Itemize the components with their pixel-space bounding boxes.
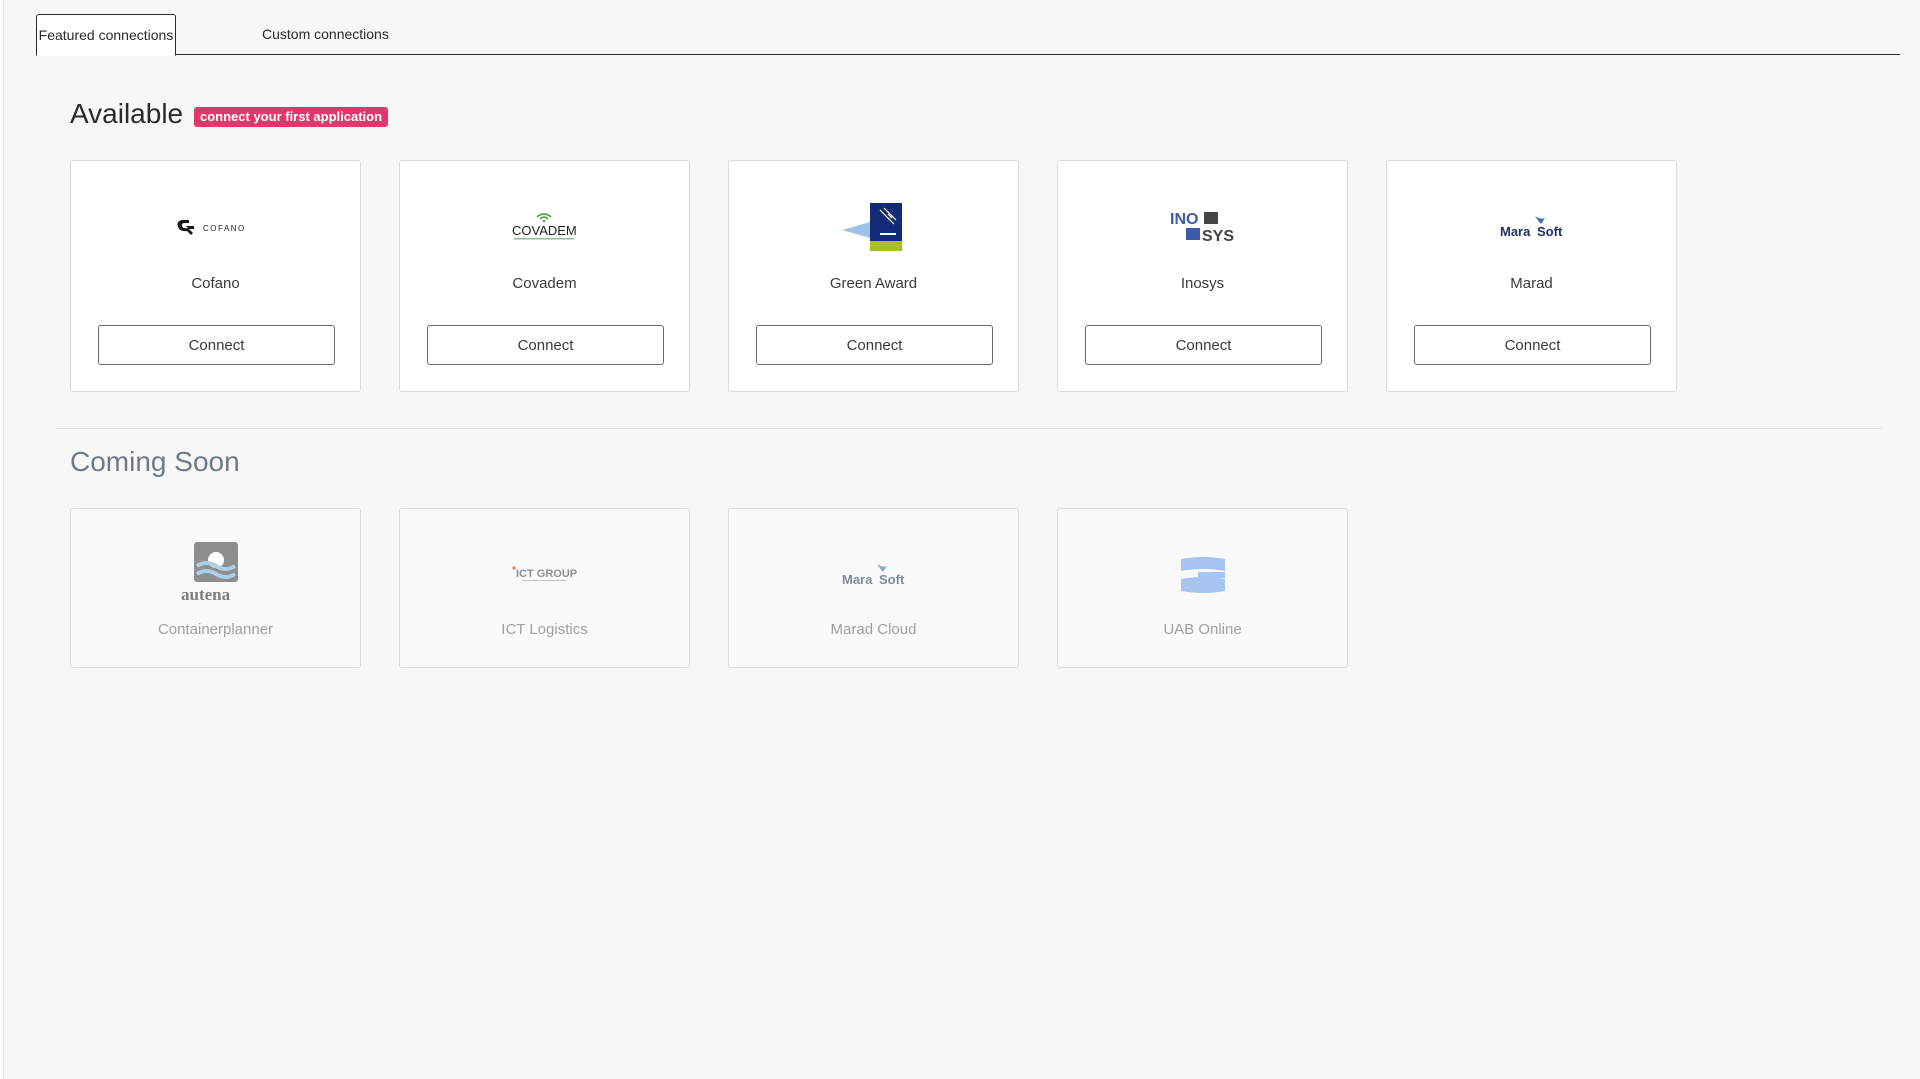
inosys-logo: INO SYS [1058,195,1347,259]
app-root: Featured connections Custom connections … [0,0,1920,1079]
cofano-logo: COFANO [71,195,360,259]
connect-button-inosys[interactable]: Connect [1085,325,1322,365]
app-name: ICT Logistics [501,621,588,638]
ict-logo-text: ICT GROUP [516,568,577,580]
app-card-ict-logistics: ICT GROUP ICT Logistics [399,508,690,668]
app-card-marad-cloud: Mara Soft Marad Cloud [728,508,1019,668]
svg-text:Soft: Soft [879,572,905,587]
svg-text:SYS: SYS [1202,228,1234,245]
main-panel: Featured connections Custom connections … [3,0,1920,1079]
svg-text:Mara: Mara [1500,224,1531,239]
marad-cloud-logo: Mara Soft [729,543,1018,607]
green-award-logo [729,195,1018,259]
app-name: UAB Online [1163,621,1242,638]
autena-logo: autena [71,537,360,607]
app-name: Inosys [1180,275,1225,292]
app-name: Cofano [191,275,240,292]
connect-button-cofano[interactable]: Connect [98,325,335,365]
app-card-inosys: INO SYS Inosys Connect [1057,160,1348,392]
app-card-containerplanner: autena Containerplanner [70,508,361,668]
app-name: Marad Cloud [830,621,917,638]
svg-text:Mara: Mara [842,572,873,587]
app-card-covadem: COVADEM Covadem Connect [399,160,690,392]
connect-button-marad[interactable]: Connect [1414,325,1651,365]
app-name: Marad [1510,275,1553,292]
connect-button-covadem[interactable]: Connect [427,325,664,365]
app-card-cofano: COFANO Cofano Connect [70,160,361,392]
autena-logo-text: autena [181,585,231,604]
cofano-logo-text: COFANO [203,224,246,233]
app-name: Containerplanner [157,621,274,638]
available-heading: Available [70,98,184,129]
ict-group-logo: ICT GROUP [400,543,689,607]
tab-featured-connections[interactable]: Featured connections [36,14,176,56]
covadem-logo-text: COVADEM [512,223,577,238]
app-card-marad: Mara Soft Marad Connect [1386,160,1677,392]
app-name: Covadem [512,275,577,292]
tab-custom-connections[interactable]: Custom connections [244,14,407,54]
app-card-uab-online: UAB Online [1057,508,1348,668]
app-card-green-award: Green Award Connect [728,160,1019,392]
section-divider [56,428,1882,429]
tab-bar: Featured connections Custom connections [36,14,1900,56]
uab-online-logo [1058,543,1347,607]
onboarding-badge: connect your first application [194,107,389,127]
svg-text:INO: INO [1170,211,1198,228]
covadem-logo: COVADEM [400,195,689,259]
marad-logo: Mara Soft [1387,195,1676,259]
connect-button-green-award[interactable]: Connect [756,325,993,365]
svg-text:Soft: Soft [1537,224,1563,239]
app-name: Green Award [829,275,918,292]
coming-soon-heading: Coming Soon [70,446,240,477]
